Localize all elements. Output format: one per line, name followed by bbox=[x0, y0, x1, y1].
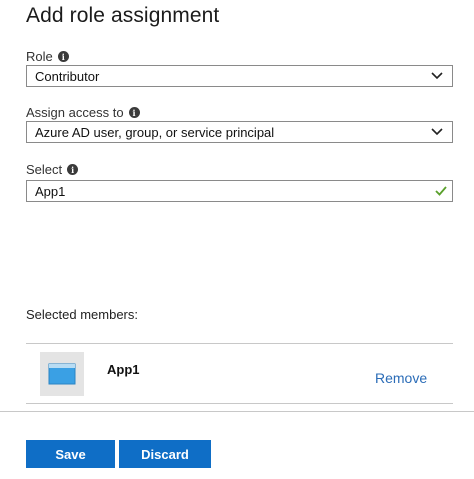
select-label: Select bbox=[26, 162, 63, 177]
role-dropdown[interactable]: Contributor bbox=[26, 65, 453, 87]
assign-access-label: Assign access to bbox=[26, 105, 124, 120]
assign-access-dropdown[interactable]: Azure AD user, group, or service princip… bbox=[26, 121, 453, 143]
select-label-row: Select i bbox=[26, 162, 79, 177]
info-icon[interactable]: i bbox=[67, 164, 79, 175]
divider bbox=[26, 343, 453, 344]
panel-title: Add role assignment bbox=[26, 4, 220, 27]
assign-access-label-row: Assign access to i bbox=[26, 105, 140, 120]
selected-members-label: Selected members: bbox=[26, 307, 138, 322]
chevron-down-icon bbox=[431, 128, 443, 136]
select-value: App1 bbox=[35, 183, 66, 199]
info-icon[interactable]: i bbox=[128, 107, 140, 118]
assign-access-value: Azure AD user, group, or service princip… bbox=[35, 124, 275, 140]
select-input[interactable]: App1 bbox=[26, 180, 453, 202]
app-icon bbox=[40, 352, 84, 396]
role-value: Contributor bbox=[35, 68, 100, 84]
save-button[interactable]: Save bbox=[26, 440, 115, 468]
info-icon[interactable]: i bbox=[57, 51, 69, 62]
divider bbox=[26, 403, 453, 404]
footer-divider bbox=[0, 411, 474, 412]
remove-member-link[interactable]: Remove bbox=[375, 370, 427, 386]
checkmark-icon bbox=[435, 186, 447, 196]
app-window-icon bbox=[48, 363, 76, 385]
role-label: Role bbox=[26, 49, 53, 64]
member-name: App1 bbox=[107, 362, 140, 377]
chevron-down-icon bbox=[431, 72, 443, 80]
role-label-row: Role i bbox=[26, 49, 69, 64]
discard-button[interactable]: Discard bbox=[119, 440, 211, 468]
